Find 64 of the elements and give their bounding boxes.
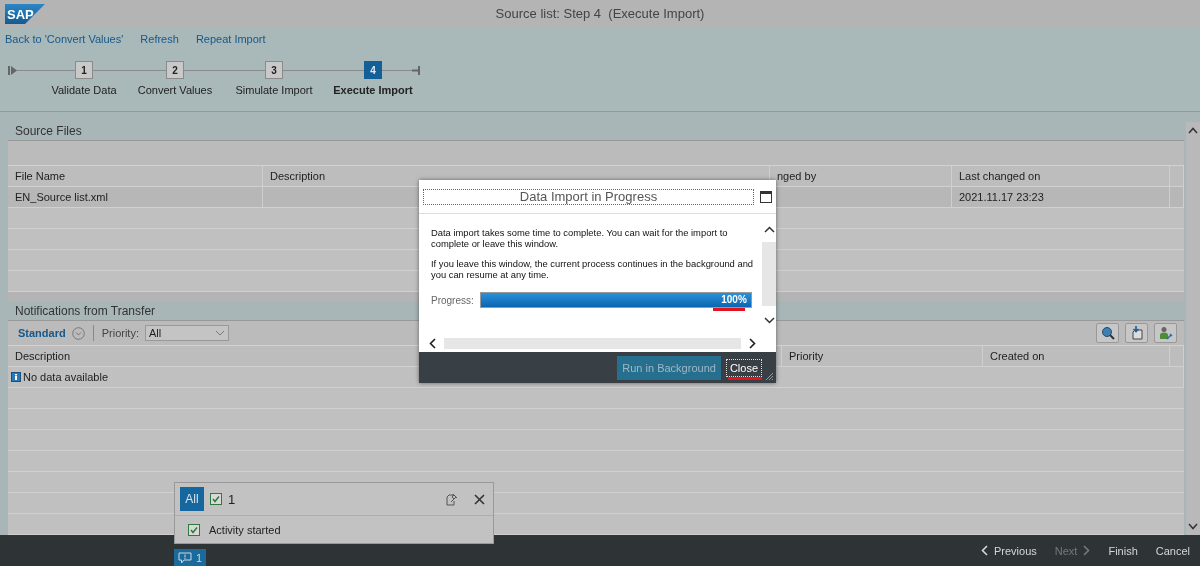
toolbar-link[interactable]: Repeat Import: [195, 33, 266, 45]
progress-label: Progress:: [431, 294, 474, 306]
dialog-text: If you leave this window, the current process continues in the background and you can resume at any time.: [431, 258, 755, 280]
filter-all-button[interactable]: All: [180, 487, 204, 512]
progress-reading: 100%: [721, 294, 747, 305]
variant-link[interactable]: Standard: [18, 327, 66, 339]
window-title: Source list: Step 4 (Execute Import): [495, 6, 705, 21]
start-icon: [8, 65, 18, 76]
close-icon[interactable]: [474, 493, 485, 505]
step-label[interactable]: Convert Values: [137, 84, 213, 96]
resize-grip-icon[interactable]: [765, 372, 774, 381]
pin-icon[interactable]: [445, 492, 458, 506]
step-number[interactable]: 4: [364, 61, 382, 79]
user-settings-icon: [1158, 326, 1173, 340]
footer-button[interactable]: Previous: [981, 544, 1037, 557]
vertical-scrollbar[interactable]: [1186, 122, 1200, 535]
message-button[interactable]: 1: [174, 549, 207, 566]
maximize-icon[interactable]: [760, 190, 772, 203]
checkbox-icon: [210, 493, 222, 506]
empty-message: No data available: [23, 371, 108, 383]
checkbox-icon: [188, 523, 200, 536]
chevron-left-icon: [981, 545, 988, 556]
message-text[interactable]: Activity started: [209, 523, 281, 536]
toolbar-link[interactable]: Refresh: [140, 33, 179, 45]
toolbar-button[interactable]: [1096, 323, 1119, 343]
toolbar-button[interactable]: [1154, 323, 1177, 343]
priority-dropdown[interactable]: All: [144, 325, 229, 341]
scroll-down-icon[interactable]: [763, 317, 775, 324]
section-title: Source Files: [15, 123, 82, 138]
step-number[interactable]: 3: [265, 61, 283, 79]
search-icon: [1100, 326, 1115, 340]
scroll-up-icon[interactable]: [763, 226, 775, 233]
underline-mark: [712, 308, 745, 311]
step-label[interactable]: Validate Data: [51, 84, 117, 96]
toolbar-link[interactable]: Back to 'Convert Values': [5, 33, 124, 45]
horizontal-scrollbar[interactable]: [444, 338, 741, 349]
chevron-right-icon: [1083, 545, 1091, 556]
vertical-scrollbar[interactable]: [762, 214, 776, 352]
footer-button[interactable]: Cancel: [1155, 544, 1190, 557]
underline-mark: [728, 377, 762, 380]
field-label: Priority:: [101, 327, 139, 339]
info-icon: [11, 372, 21, 382]
message-count: 1: [228, 491, 236, 507]
scroll-down-icon[interactable]: [1188, 523, 1198, 530]
step-number[interactable]: 2: [166, 61, 184, 79]
dialog-title: Data Import in Progress: [423, 188, 754, 205]
table-cell: 2021.11.17 23:23: [952, 187, 1170, 208]
footer-button[interactable]: Finish: [1108, 544, 1138, 557]
dialog-text: Data import takes some time to complete. You can wait for the import to complete or leave this window.: [431, 227, 729, 249]
close-button[interactable]: Close: [725, 358, 762, 377]
table-cell: EN_Source list.xml: [8, 187, 263, 208]
chevron-down-icon[interactable]: [214, 330, 225, 336]
step-label[interactable]: Execute Import: [333, 84, 413, 96]
scroll-left-icon[interactable]: [429, 338, 436, 349]
step-label[interactable]: Simulate Import: [235, 84, 313, 96]
step-number[interactable]: 1: [75, 61, 93, 79]
scroll-up-icon[interactable]: [1188, 127, 1198, 134]
end-icon: [412, 65, 420, 76]
scroll-right-icon[interactable]: [749, 338, 756, 349]
message-icon: [178, 551, 192, 564]
toolbar-button[interactable]: [1125, 323, 1148, 343]
section-title: Notifications from Transfer: [15, 303, 156, 318]
logo: SAP: [5, 4, 45, 24]
export-icon: [1129, 326, 1144, 340]
